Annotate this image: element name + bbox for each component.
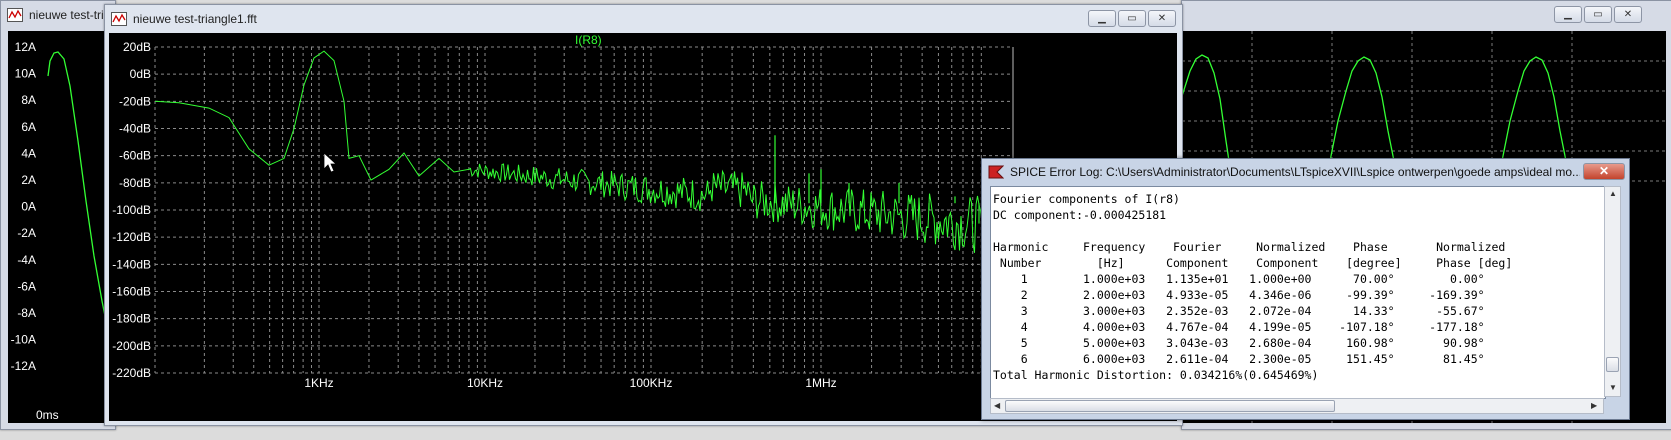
- log-line: 1 1.000e+03 1.135e+01 1.000e+00 70.00° 0…: [993, 272, 1485, 286]
- log-line: 5 5.000e+03 3.043e-03 2.680e-04 160.98° …: [993, 336, 1485, 350]
- time-y-label: 10A: [15, 67, 36, 81]
- time-y-label: 0A: [21, 200, 36, 214]
- scroll-down-icon[interactable]: ▼: [1609, 383, 1617, 392]
- log-line: 2 2.000e+03 4.933e-05 4.346e-06 -99.39° …: [993, 288, 1485, 302]
- ltspice-plot-icon: [7, 8, 23, 22]
- fft-close-button[interactable]: ✕: [1148, 10, 1176, 27]
- time-y-label: -12A: [11, 359, 36, 373]
- log-horizontal-scrollbar[interactable]: ◀ ▶: [990, 398, 1604, 414]
- fft-window-titlebar[interactable]: nieuwe test-triangle1.fft: [105, 5, 1182, 33]
- log-horizontal-scroll-thumb[interactable]: [1005, 400, 1335, 412]
- scroll-up-icon[interactable]: ▲: [1609, 189, 1617, 198]
- spice-error-log-window: SPICE Error Log: C:\Users\Administrator\…: [981, 158, 1630, 420]
- log-vertical-scrollbar[interactable]: ▲ ▼: [1604, 186, 1621, 397]
- log-line: Total Harmonic Distortion: 0.034216%(0.6…: [993, 368, 1319, 382]
- log-line: DC component:-0.000425181: [993, 208, 1167, 222]
- fft-y-label: 0dB: [130, 67, 151, 81]
- log-line: 4 4.000e+03 4.767e-04 4.199e-05 -107.18°…: [993, 320, 1485, 334]
- time-y-label: -2A: [17, 226, 36, 240]
- scroll-left-icon[interactable]: ◀: [994, 401, 1000, 410]
- fft-minimize-button[interactable]: ▁: [1088, 10, 1116, 27]
- back-window-left: nieuwe test-tri 12A 10A 8A 6A 4A 2A 0A -2A -4A -6…: [0, 0, 116, 430]
- fft-x-label: 1MHz: [805, 376, 836, 390]
- fft-y-label: -100dB: [112, 203, 151, 217]
- time-y-label: 2A: [21, 173, 36, 187]
- back-window-maximize-button[interactable]: ▭: [1584, 6, 1612, 23]
- back-window-left-title: nieuwe test-tri: [29, 8, 104, 22]
- time-y-label: 12A: [15, 40, 36, 54]
- back-window-left-titlebar[interactable]: nieuwe test-tri: [1, 1, 115, 29]
- log-line: Harmonic Frequency Fourier Normalized Ph…: [993, 240, 1506, 254]
- fft-y-label: -160dB: [112, 285, 151, 299]
- fft-y-label: -120dB: [112, 230, 151, 244]
- fft-window-title: nieuwe test-triangle1.fft: [133, 12, 257, 26]
- log-line: Number [Hz] Component Component [degree]…: [993, 256, 1513, 270]
- fft-maximize-button[interactable]: ▭: [1118, 10, 1146, 27]
- fft-trace: [154, 50, 1013, 257]
- fft-x-label: 10KHz: [467, 376, 503, 390]
- log-vertical-scroll-thumb[interactable]: [1606, 357, 1619, 372]
- fft-y-label: -220dB: [112, 366, 151, 380]
- log-line: 3 3.000e+03 2.352e-03 2.072e-04 14.33° -…: [993, 304, 1485, 318]
- time-y-label: 6A: [21, 120, 36, 134]
- log-line: Fourier components of I(r8): [993, 192, 1180, 206]
- log-line: 6 6.000e+03 2.611e-04 2.300e-05 151.45° …: [993, 352, 1485, 366]
- time-plot-area: 12A 10A 8A 6A 4A 2A 0A -2A -4A -6A -8A -10A -12A 0ms: [8, 31, 114, 423]
- log-text: Fourier components of I(r8) DC component:…: [993, 191, 1512, 383]
- fft-x-label: 100KHz: [630, 376, 673, 390]
- fft-y-label: -180dB: [112, 312, 151, 326]
- time-plot-svg: 12A 10A 8A 6A 4A 2A 0A -2A -4A -6A -8A -10A -12A: [11, 40, 109, 373]
- time-y-label: -10A: [11, 333, 36, 347]
- fft-y-label: -200dB: [112, 339, 151, 353]
- back-window-close-button[interactable]: ✕: [1614, 6, 1642, 23]
- time-x-label-start: 0ms: [36, 408, 59, 422]
- time-y-label: 8A: [21, 93, 36, 107]
- spice-log-icon: [988, 165, 1004, 179]
- time-y-label: 4A: [21, 146, 36, 160]
- time-y-label: -8A: [17, 306, 36, 320]
- time-trace-left: [47, 51, 109, 332]
- time-y-label: -6A: [17, 279, 36, 293]
- fft-y-label: -20dB: [119, 94, 151, 108]
- fft-x-label: 1KHz: [304, 376, 333, 390]
- fft-y-label: -40dB: [119, 122, 151, 136]
- log-window-titlebar[interactable]: SPICE Error Log: C:\Users\Administrator\…: [982, 159, 1629, 185]
- ltspice-plot-icon: [111, 12, 127, 26]
- fft-y-label: -80dB: [119, 176, 151, 190]
- fft-trace-label[interactable]: I(R8): [575, 33, 602, 47]
- scroll-right-icon[interactable]: ▶: [1591, 401, 1597, 410]
- back-window-minimize-button[interactable]: ▁: [1554, 6, 1582, 23]
- fft-y-label: 20dB: [123, 40, 151, 54]
- log-close-button[interactable]: ✕: [1583, 163, 1625, 180]
- fft-y-label: -140dB: [112, 257, 151, 271]
- log-text-area[interactable]: Fourier components of I(r8) DC component:…: [990, 186, 1606, 399]
- fft-y-label: -60dB: [119, 149, 151, 163]
- time-y-label: -4A: [17, 253, 36, 267]
- log-window-title: SPICE Error Log: C:\Users\Administrator\…: [1010, 165, 1580, 179]
